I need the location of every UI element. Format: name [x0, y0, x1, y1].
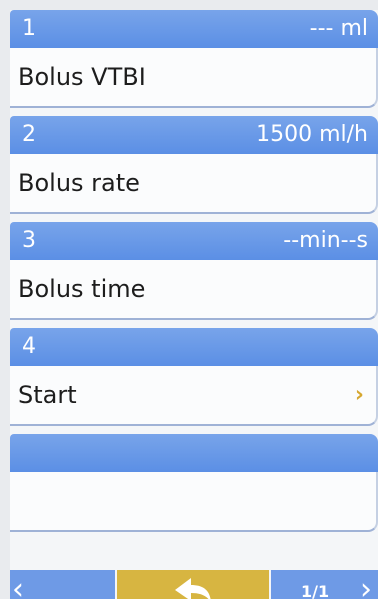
empty-item-body	[10, 472, 378, 532]
bolus-time-item[interactable]: 3 --min--s Bolus time	[10, 222, 378, 320]
item-body[interactable]: Bolus VTBI	[10, 48, 378, 108]
item-body[interactable]: Bolus rate	[10, 154, 378, 214]
bolus-vtbi-label: Bolus VTBI	[18, 63, 146, 91]
start-item[interactable]: 4 Start ›	[10, 328, 378, 426]
item-header: 4	[10, 328, 378, 366]
start-button[interactable]: Start ›	[10, 366, 378, 426]
item-header: 2 1500 ml/h	[10, 116, 378, 154]
infusion-pump-screen: 1 --- ml Bolus VTBI 2 1500 ml/h Bolus ra…	[10, 10, 378, 599]
item-body[interactable]: Bolus time	[10, 260, 378, 320]
item-number: 4	[22, 334, 36, 359]
prev-page-button[interactable]: ‹	[10, 570, 115, 599]
bolus-rate-item[interactable]: 2 1500 ml/h Bolus rate	[10, 116, 378, 214]
back-button[interactable]	[117, 570, 269, 599]
bolus-vtbi-item[interactable]: 1 --- ml Bolus VTBI	[10, 10, 378, 108]
empty-item	[10, 434, 378, 532]
bolus-time-value: --min--s	[283, 228, 368, 253]
bolus-rate-label: Bolus rate	[18, 169, 140, 197]
next-page-button[interactable]: 1/1 ›	[271, 570, 378, 599]
item-header: 1 --- ml	[10, 10, 378, 48]
bolus-rate-value: 1500 ml/h	[256, 122, 368, 147]
back-arrow-icon	[175, 578, 211, 599]
item-number: 2	[22, 122, 36, 147]
chevron-left-icon: ‹	[12, 572, 24, 599]
chevron-right-icon: ›	[354, 382, 364, 408]
bolus-vtbi-value: --- ml	[309, 16, 368, 41]
empty-item-header	[10, 434, 378, 472]
start-label: Start	[18, 381, 77, 409]
bolus-time-label: Bolus time	[18, 275, 146, 303]
item-number: 3	[22, 228, 36, 253]
chevron-right-icon: ›	[360, 572, 372, 599]
page-indicator: 1/1	[301, 582, 330, 599]
bottom-nav: ‹ 1/1 ›	[10, 570, 378, 599]
item-header: 3 --min--s	[10, 222, 378, 260]
item-number: 1	[22, 16, 36, 41]
